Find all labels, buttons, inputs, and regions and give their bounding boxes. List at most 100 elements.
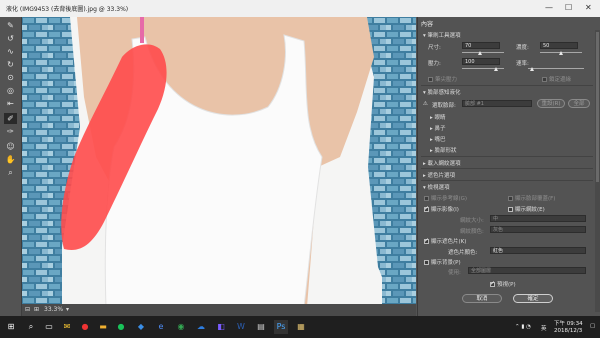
preview-option[interactable]: 預視(P) bbox=[490, 280, 516, 288]
smooth-tool-icon[interactable]: ∿ bbox=[4, 46, 17, 57]
mail-icon[interactable]: ✉ bbox=[60, 320, 74, 334]
size-slider-knob[interactable] bbox=[478, 51, 482, 55]
face-item-face-shape[interactable]: ▸ 臉部形狀 bbox=[430, 146, 457, 154]
size-slider[interactable] bbox=[462, 52, 504, 53]
pressure-field[interactable]: 100 bbox=[462, 58, 500, 65]
face-section-header[interactable]: ▾ 臉部感知液化 bbox=[423, 88, 461, 96]
view-options-label: 檢視選項 bbox=[427, 185, 450, 191]
ok-button[interactable]: 確定 bbox=[513, 294, 553, 303]
show-backdrop-checkbox[interactable] bbox=[424, 260, 429, 265]
load-mesh-section[interactable]: ▸ 載入網紋選項 bbox=[423, 159, 461, 167]
show-mask-checkbox[interactable] bbox=[424, 237, 429, 244]
maximize-button[interactable]: ☐ bbox=[565, 3, 572, 13]
app-icon-red[interactable]: ● bbox=[78, 320, 92, 334]
stylus-pressure-checkbox[interactable] bbox=[428, 77, 433, 82]
zoom-tool-icon[interactable]: ⌕ bbox=[4, 167, 17, 178]
show-guides-label: 顯示參考線(G) bbox=[431, 196, 468, 202]
photoshop-icon[interactable]: Ps bbox=[274, 320, 288, 334]
mesh-color-dropdown[interactable]: 灰色 bbox=[490, 226, 586, 233]
divider bbox=[421, 168, 593, 169]
reset-button[interactable]: 重設(R) bbox=[537, 99, 565, 108]
push-left-tool-icon[interactable]: ⇤ bbox=[4, 98, 17, 109]
start-icon[interactable]: ⊞ bbox=[4, 320, 18, 334]
store-icon[interactable]: ◆ bbox=[134, 320, 148, 334]
clock-date[interactable]: 2018/12/3 bbox=[554, 328, 582, 334]
close-button[interactable]: ✕ bbox=[585, 3, 592, 13]
show-image-option[interactable]: 顯示影像(I) bbox=[424, 205, 459, 213]
show-mesh-option[interactable]: 顯示網紋(E) bbox=[508, 205, 545, 213]
show-guides-checkbox[interactable] bbox=[424, 196, 429, 201]
rate-slider[interactable] bbox=[528, 68, 584, 69]
mask-color-dropdown[interactable]: 紅色 bbox=[490, 247, 586, 254]
mesh-size-label: 網紋大小: bbox=[460, 218, 484, 224]
pressure-label: 壓力: bbox=[428, 61, 441, 67]
size-field[interactable]: 70 bbox=[462, 42, 500, 49]
all-button[interactable]: 全部 bbox=[568, 99, 590, 108]
line-icon[interactable]: ● bbox=[114, 320, 128, 334]
divider bbox=[421, 156, 593, 157]
zoom-level[interactable]: 33.3% bbox=[44, 306, 63, 313]
show-mask-label: 顯示遮色片(K) bbox=[431, 239, 467, 245]
rate-slider-knob[interactable] bbox=[530, 67, 534, 71]
notification-icon[interactable]: ▢ bbox=[590, 323, 595, 329]
folder-icon[interactable]: ▬ bbox=[96, 320, 110, 334]
stylus-pressure-option[interactable]: 筆尖壓力 bbox=[428, 75, 457, 83]
scrollbar-thumb[interactable] bbox=[596, 32, 599, 182]
tray-icons[interactable]: ⌃ ▮ ◔ bbox=[515, 324, 531, 330]
show-face-overlay-checkbox[interactable] bbox=[508, 196, 513, 201]
forward-warp-tool-icon[interactable]: ✎ bbox=[4, 20, 17, 31]
cancel-button[interactable]: 取消 bbox=[462, 294, 502, 303]
reconstruct-tool-icon[interactable]: ↺ bbox=[4, 33, 17, 44]
face-item-mouth[interactable]: ▸ 嘴巴 bbox=[430, 135, 446, 143]
show-backdrop-option[interactable]: 顯示背景(P) bbox=[424, 258, 461, 266]
show-mesh-checkbox[interactable] bbox=[508, 207, 513, 212]
pin-edges-checkbox[interactable] bbox=[542, 77, 547, 82]
thaw-mask-tool-icon[interactable]: ✑ bbox=[4, 126, 17, 137]
hand-tool-icon[interactable]: ✋ bbox=[4, 154, 17, 165]
pressure-slider-knob[interactable] bbox=[494, 67, 498, 71]
edge-icon[interactable]: e bbox=[154, 320, 168, 334]
bloat-tool-icon[interactable]: ◎ bbox=[4, 85, 17, 96]
mesh-size-dropdown[interactable]: 中 bbox=[490, 215, 586, 222]
show-image-checkbox[interactable] bbox=[424, 205, 429, 212]
chrome-icon[interactable]: ◉ bbox=[174, 320, 188, 334]
preview-checkbox[interactable] bbox=[490, 280, 495, 287]
search-icon[interactable]: ⌕ bbox=[24, 320, 38, 334]
face-item-eyes[interactable]: ▸ 眼睛 bbox=[430, 113, 446, 121]
app-icon-gray[interactable]: ▤ bbox=[254, 320, 268, 334]
tool-bar: ✎ ↺ ∿ ↻ ⊙ ◎ ⇤ ✐ ✑ ☺ ✋ ⌕ bbox=[0, 17, 22, 316]
zoom-out-button[interactable]: ⊟ bbox=[25, 306, 30, 313]
show-mesh-label: 顯示網紋(E) bbox=[515, 207, 545, 213]
view-options-section[interactable]: ▾ 檢視選項 bbox=[423, 183, 450, 191]
zoom-in-button[interactable]: ⊞ bbox=[34, 306, 39, 313]
pucker-tool-icon[interactable]: ⊙ bbox=[4, 72, 17, 83]
pin-edges-option[interactable]: 鎖定邊緣 bbox=[542, 75, 571, 83]
app-icon-yellow[interactable]: ▦ bbox=[294, 320, 308, 334]
use-dropdown[interactable]: 全部圖層 bbox=[468, 267, 586, 274]
density-slider-knob[interactable] bbox=[559, 51, 563, 55]
show-backdrop-label: 顯示背景(P) bbox=[431, 260, 461, 266]
mask-options-section[interactable]: ▸ 遮色片選項 bbox=[423, 171, 455, 179]
brush-section-header[interactable]: ▾ 筆刷工具選項 bbox=[423, 31, 461, 39]
input-language[interactable]: 英 bbox=[541, 324, 547, 332]
minimize-button[interactable]: — bbox=[545, 3, 553, 13]
panel-scrollbar[interactable] bbox=[595, 30, 600, 312]
density-field[interactable]: 50 bbox=[540, 42, 578, 49]
onedrive-icon[interactable]: ☁ bbox=[194, 320, 208, 334]
app-icon-purple[interactable]: ◧ bbox=[214, 320, 228, 334]
show-guides-option[interactable]: 顯示參考線(G) bbox=[424, 194, 467, 202]
image-canvas[interactable] bbox=[22, 17, 416, 307]
task-view-icon[interactable]: ▭ bbox=[42, 320, 56, 334]
select-face-dropdown[interactable]: 臉部 #1 bbox=[462, 100, 532, 107]
word-icon[interactable]: W bbox=[234, 320, 248, 334]
face-tool-icon[interactable]: ☺ bbox=[4, 141, 17, 152]
zoom-dropdown-icon[interactable]: ▾ bbox=[66, 306, 69, 313]
freeze-mask-tool-icon[interactable]: ✐ bbox=[4, 113, 17, 124]
show-mask-option[interactable]: 顯示遮色片(K) bbox=[424, 237, 466, 245]
face-item-nose[interactable]: ▸ 鼻子 bbox=[430, 124, 446, 132]
face-item-nose-label: 鼻子 bbox=[434, 126, 446, 132]
clock-time[interactable]: 下午 09:34 bbox=[554, 319, 583, 327]
load-mesh-label: 載入網紋選項 bbox=[427, 161, 461, 167]
show-face-overlay-option[interactable]: 顯示臉部覆蓋(F) bbox=[508, 194, 555, 202]
twirl-tool-icon[interactable]: ↻ bbox=[4, 59, 17, 70]
